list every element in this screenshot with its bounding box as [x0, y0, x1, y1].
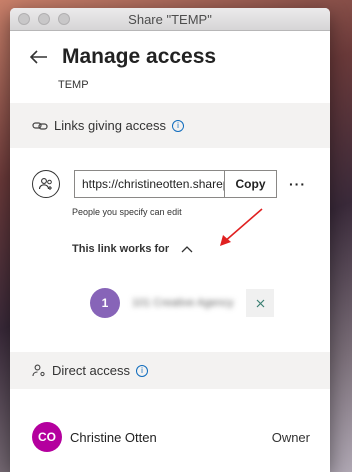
avatar: CO: [32, 422, 62, 452]
share-dialog-window: Share "TEMP" Manage access TEMP Links gi…: [10, 8, 330, 472]
member-row[interactable]: CO Christine Otten Owner: [32, 422, 310, 452]
window-controls: [18, 13, 70, 25]
recipient-avatar: 1: [90, 288, 120, 318]
page-title: Manage access: [62, 45, 217, 68]
link-entry: https://christineotten.sharepoint.com/:f…: [10, 148, 330, 318]
link-permission-text: People you specify can edit: [72, 207, 182, 217]
person-settings-icon: [32, 364, 45, 377]
zoom-window-button[interactable]: [58, 13, 70, 25]
window-title: Share "TEMP": [128, 11, 212, 27]
specific-people-icon: [32, 170, 60, 198]
links-section-label: Links giving access: [54, 118, 166, 133]
info-icon[interactable]: i: [172, 119, 184, 132]
link-url-field[interactable]: https://christineotten.sharepoint.com/:f…: [74, 170, 224, 198]
direct-access-section-header: Direct access i: [10, 352, 330, 389]
copy-link-button[interactable]: Copy: [224, 170, 277, 198]
chevron-up-icon[interactable]: [181, 240, 193, 258]
title-bar: Share "TEMP": [10, 8, 330, 31]
minimize-window-button[interactable]: [38, 13, 50, 25]
arrow-left-icon: [30, 50, 47, 64]
annotation-arrow-icon: [220, 208, 263, 246]
close-window-button[interactable]: [18, 13, 30, 25]
dialog-header: Manage access TEMP: [10, 31, 330, 91]
info-icon[interactable]: i: [136, 364, 149, 377]
direct-access-label: Direct access: [52, 363, 131, 378]
links-section-header: Links giving access i: [10, 103, 330, 148]
close-icon: [256, 299, 264, 307]
back-button[interactable]: [28, 46, 50, 68]
link-icon: [32, 121, 48, 130]
more-options-button[interactable]: ···: [289, 176, 306, 192]
member-role[interactable]: Owner: [272, 430, 310, 445]
recipient-name: 101 Creative Agency: [132, 297, 234, 309]
link-works-for-label: This link works for: [72, 243, 170, 255]
recipient-item: 1 101 Creative Agency: [90, 288, 316, 318]
remove-recipient-button[interactable]: [246, 289, 274, 317]
item-name: TEMP: [58, 79, 89, 91]
member-name: Christine Otten: [70, 429, 157, 445]
